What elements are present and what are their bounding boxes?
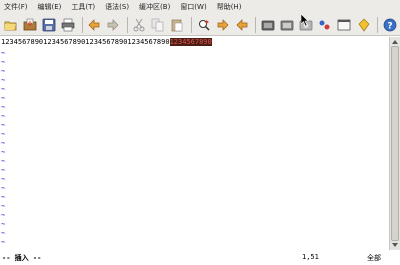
toolbar-separator (255, 16, 257, 33)
cut-button[interactable] (131, 16, 148, 34)
empty-line-tilde: ~ (1, 58, 6, 66)
cut-icon (133, 18, 145, 31)
empty-line-tilde: ~ (1, 166, 6, 174)
menu-bar: 文件(F) 编辑(E) 工具(T) 语法(S) 缓冲区(B) 窗口(W) 帮助(… (0, 0, 400, 14)
empty-line-tilde: ~ (1, 211, 6, 219)
tags-icon (358, 18, 369, 32)
save-icon (23, 18, 37, 30)
shell-icon (337, 19, 351, 30)
toolbar-separator (191, 16, 192, 33)
save-all-button[interactable] (40, 16, 57, 34)
menu-edit[interactable]: 编辑(E) (38, 0, 62, 14)
shell-button[interactable] (336, 16, 353, 34)
menu-tools[interactable]: 工具(T) (71, 0, 95, 14)
menu-syntax[interactable]: 语法(S) (105, 0, 129, 14)
toolbar: ? (0, 14, 400, 36)
save-button[interactable] (21, 16, 38, 34)
menu-help[interactable]: 帮助(H) (217, 0, 242, 14)
empty-line-tilde: ~ (1, 238, 6, 246)
find-next-button[interactable] (214, 16, 231, 34)
find-replace-button[interactable] (195, 16, 212, 34)
selected-text: 1234567890 (169, 38, 212, 46)
find-prev-icon (236, 18, 248, 31)
open-button[interactable] (2, 16, 19, 34)
toolbar-separator (126, 16, 128, 33)
toolbar-separator (81, 16, 83, 33)
svg-text:?: ? (387, 21, 392, 31)
empty-line-tilde: ~ (1, 220, 6, 228)
empty-line-tilde: ~ (1, 49, 6, 57)
menu-file[interactable]: 文件(F) (4, 0, 28, 14)
print-icon (61, 18, 75, 31)
print-button[interactable] (59, 16, 76, 34)
empty-line-tilde: ~ (1, 175, 6, 183)
toolbar-separator (377, 16, 379, 33)
scroll-up-icon[interactable] (391, 38, 399, 46)
open-icon (4, 21, 16, 30)
help-icon: ? (383, 18, 396, 31)
make-button[interactable] (317, 16, 334, 34)
copy-button[interactable] (150, 16, 167, 34)
save-all-icon (42, 18, 56, 31)
menu-buffers[interactable]: 缓冲区(B) (139, 0, 170, 14)
redo-button[interactable] (105, 16, 122, 34)
redo-icon (107, 18, 119, 31)
empty-line-tilde: ~ (1, 121, 6, 129)
empty-line-tilde: ~ (1, 76, 6, 84)
scroll-down-icon[interactable] (391, 241, 399, 249)
editor-area[interactable]: 1234567890123456789012345678901234567890… (0, 37, 389, 255)
save-session-icon (280, 20, 294, 30)
make-icon (319, 20, 330, 29)
empty-line-tilde: ~ (1, 130, 6, 138)
empty-line-tilde: ~ (1, 103, 6, 111)
find-next-icon (217, 18, 229, 31)
find-prev-button[interactable] (233, 16, 250, 34)
cursor-position: 1,51 (302, 253, 319, 261)
scroll-percentage: 全部 (367, 254, 381, 262)
scrollbar-thumb[interactable] (391, 46, 399, 241)
empty-line-tilde: ~ (1, 193, 6, 201)
vertical-scrollbar[interactable] (389, 37, 400, 250)
empty-line-tilde: ~ (1, 67, 6, 75)
empty-line-tilde: ~ (1, 184, 6, 192)
paste-icon (172, 19, 183, 31)
tags-button[interactable] (355, 16, 372, 34)
editor-line-1[interactable]: 1234567890123456789012345678901234567890… (1, 38, 212, 47)
empty-line-tilde: ~ (1, 94, 6, 102)
find-replace-icon (198, 19, 210, 31)
menu-window[interactable]: 窗口(W) (180, 0, 206, 14)
empty-line-tilde: ~ (1, 139, 6, 147)
load-session-icon (261, 20, 275, 30)
empty-line-tilde: ~ (1, 148, 6, 156)
paste-button[interactable] (169, 16, 186, 34)
load-session-button[interactable] (259, 16, 276, 34)
empty-line-tilde: ~ (1, 112, 6, 120)
mouse-pointer-icon (301, 14, 309, 26)
empty-line-tilde: ~ (1, 157, 6, 165)
status-bar: -- 插入 -- 1,51 全部 (0, 250, 400, 265)
empty-line-tilde: ~ (1, 85, 6, 93)
save-session-button[interactable] (278, 16, 295, 34)
undo-icon (88, 18, 100, 31)
line-text: 1234567890123456789012345678901234567890 (1, 38, 170, 46)
help-button[interactable]: ? (381, 16, 398, 34)
copy-icon (151, 18, 164, 31)
empty-line-tilde: ~ (1, 229, 6, 237)
undo-button[interactable] (85, 16, 102, 34)
empty-line-tilde: ~ (1, 202, 6, 210)
mode-indicator: -- 插入 -- (2, 254, 42, 262)
